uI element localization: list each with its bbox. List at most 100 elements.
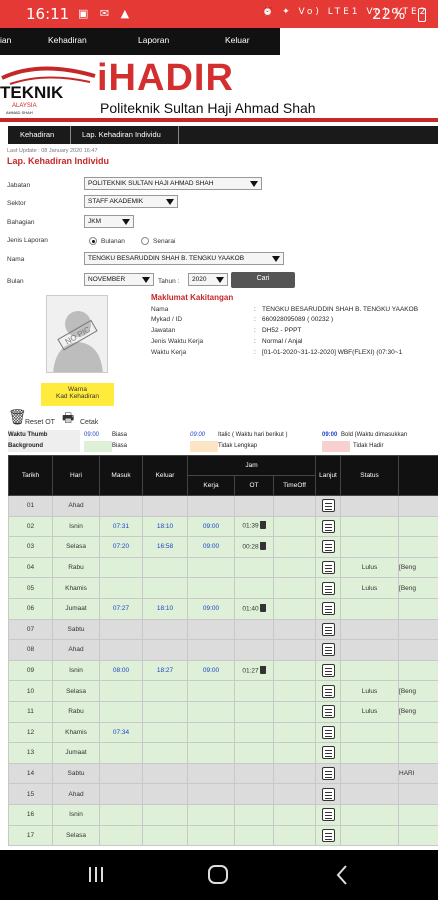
header-lanjut: Lanjut	[316, 456, 341, 496]
bahagian-label: Bahagian	[7, 219, 34, 226]
menu-item-utama[interactable]: ian	[0, 35, 11, 45]
cell-timeoff	[274, 825, 316, 846]
cell-hari: Isnin	[53, 516, 100, 537]
details-icon[interactable]	[322, 561, 335, 574]
trash-icon[interactable]	[260, 521, 266, 529]
details-icon[interactable]	[322, 808, 335, 821]
cell-masuk	[100, 496, 143, 517]
info-mykad: 660928095089 ( 00232 )	[262, 316, 333, 323]
cell-kerja	[188, 557, 235, 578]
cell-timeoff	[274, 496, 316, 517]
trash-icon[interactable]	[260, 666, 266, 674]
table-row: 10SelasaLulus[Beng	[9, 681, 438, 702]
cell-hari: Selasa	[53, 681, 100, 702]
cell-keluar: 18:27	[143, 660, 188, 681]
cell-timeoff	[274, 598, 316, 619]
menu-item-keluar[interactable]: Keluar	[225, 35, 250, 45]
back-icon[interactable]	[338, 866, 346, 884]
logo-subtext: ALAYSIA	[12, 103, 37, 109]
cell-hari: Ahad	[53, 496, 100, 517]
details-icon[interactable]	[322, 705, 335, 718]
recent-apps-icon[interactable]	[89, 867, 103, 882]
cell-hari: Sabtu	[53, 763, 100, 784]
cell-status	[341, 496, 399, 517]
cell-status	[341, 743, 399, 764]
trash-icon[interactable]	[260, 542, 266, 550]
details-icon[interactable]	[322, 540, 335, 553]
breadcrumb-kehadiran[interactable]: Kehadiran	[20, 130, 54, 139]
cell-status	[341, 619, 399, 640]
details-icon[interactable]	[322, 685, 335, 698]
cell-keluar	[143, 640, 188, 661]
cell-lanjut	[316, 578, 341, 599]
cell-extra	[399, 619, 438, 640]
maklumat-title: Maklumat Kakitangan	[151, 293, 233, 302]
menu-item-kehadiran[interactable]: Kehadiran	[48, 35, 87, 45]
details-icon[interactable]	[322, 520, 335, 533]
jabatan-value: POLITEKNIK SULTAN HAJI AHMAD SHAH	[88, 180, 213, 187]
cell-tarikh: 13	[9, 743, 53, 764]
jabatan-select[interactable]: POLITEKNIK SULTAN HAJI AHMAD SHAH	[84, 177, 262, 190]
cell-hari: Rabu	[53, 701, 100, 722]
legend-swatch-green	[84, 441, 112, 452]
details-icon[interactable]	[322, 746, 335, 759]
cell-masuk	[100, 557, 143, 578]
table-row: 08Ahad	[9, 640, 438, 661]
bulan-select[interactable]: NOVEMBER	[84, 273, 154, 286]
printer-icon[interactable]: 🖶	[62, 409, 74, 431]
details-icon[interactable]	[322, 643, 335, 656]
details-icon[interactable]	[322, 767, 335, 780]
cell-extra	[399, 722, 438, 743]
cetak-button[interactable]: Cetak	[80, 419, 98, 426]
cari-button[interactable]: Cari	[231, 272, 295, 288]
cell-hari: Jumaat	[53, 598, 100, 619]
nama-select[interactable]: TENGKU BESARUDDIN SHAH B. TENGKU YAAKOB	[84, 252, 284, 265]
details-icon[interactable]	[322, 623, 335, 636]
details-icon[interactable]	[322, 664, 335, 677]
cell-tarikh: 12	[9, 722, 53, 743]
home-icon[interactable]	[209, 866, 227, 883]
cell-status	[341, 722, 399, 743]
politeknik-logo: TEKNIK ALAYSIA AHMAD SHAH	[0, 58, 100, 118]
details-icon[interactable]	[322, 499, 335, 512]
cell-ot: 01:27	[235, 660, 274, 681]
cell-status	[341, 825, 399, 846]
chevron-down-icon	[272, 256, 280, 262]
cell-kerja	[188, 825, 235, 846]
legend-time: 09:00	[190, 430, 220, 441]
radio-senarai[interactable]	[141, 237, 149, 245]
details-icon[interactable]	[322, 829, 335, 842]
details-icon[interactable]	[322, 726, 335, 739]
cell-tarikh: 09	[9, 660, 53, 681]
tahun-select[interactable]: 2020	[188, 273, 228, 286]
info-label: Jenis Waktu Kerja	[151, 338, 203, 345]
sektor-select[interactable]: STAFF AKADEMIK	[84, 195, 178, 208]
ot-value: 01:27	[242, 667, 258, 674]
cell-hari: Ahad	[53, 640, 100, 661]
cell-status: Lulus	[341, 681, 399, 702]
table-row: 17Selasa	[9, 825, 438, 846]
reset-ot-button[interactable]: Reset OT	[25, 419, 55, 426]
bulan-value: NOVEMBER	[88, 276, 125, 283]
cell-keluar: 18:10	[143, 516, 188, 537]
table-row: 05KhamisLulus[Beng	[9, 578, 438, 599]
info-jawatan: DH52 - PPPT	[262, 327, 301, 334]
cell-kerja	[188, 578, 235, 599]
cell-keluar: 18:10	[143, 598, 188, 619]
breadcrumb-current[interactable]: Lap. Kehadiran Individu	[82, 130, 161, 139]
info-waktu-kerja: [01-01-2020~31-12-2020] WBF(FLEXI) (07:3…	[262, 349, 402, 356]
cell-hari: Sabtu	[53, 619, 100, 640]
cell-hari: Isnin	[53, 660, 100, 681]
sektor-value: STAFF AKADEMIK	[88, 198, 143, 205]
details-icon[interactable]	[322, 788, 335, 801]
cell-keluar	[143, 804, 188, 825]
bahagian-select[interactable]: JKM	[84, 215, 134, 228]
details-icon[interactable]	[322, 602, 335, 615]
cell-masuk	[100, 825, 143, 846]
cell-timeoff	[274, 763, 316, 784]
details-icon[interactable]	[322, 582, 335, 595]
trash-icon[interactable]	[260, 604, 266, 612]
cell-tarikh: 04	[9, 557, 53, 578]
radio-bulanan[interactable]	[89, 237, 97, 245]
menu-item-laporan[interactable]: Laporan	[138, 35, 169, 45]
